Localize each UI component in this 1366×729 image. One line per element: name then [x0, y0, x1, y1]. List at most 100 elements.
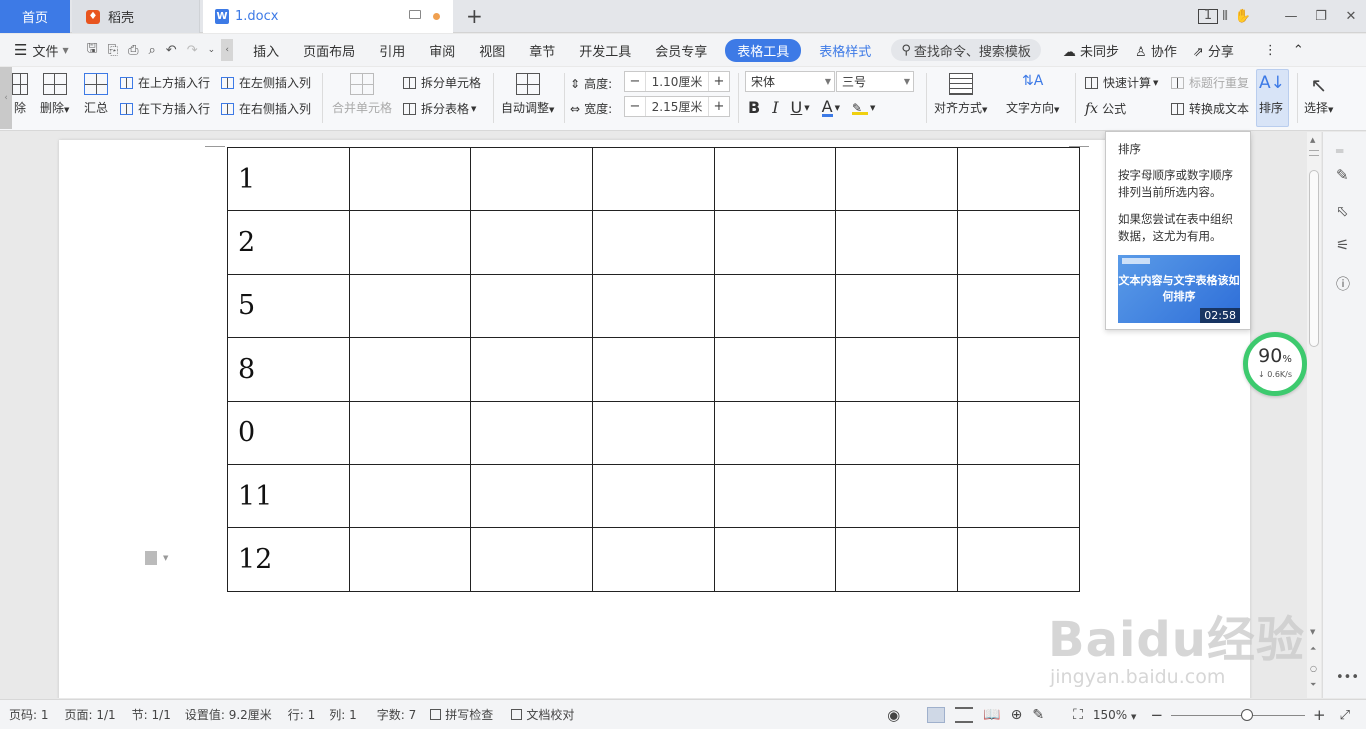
select-browse-icon[interactable]: ○: [1310, 664, 1317, 673]
table-cell[interactable]: [470, 400, 594, 465]
outline-view-icon[interactable]: [955, 707, 974, 723]
table-cell[interactable]: [592, 463, 715, 529]
width-stepper[interactable]: − 2.15厘米 +: [624, 96, 730, 117]
table-cell[interactable]: [592, 146, 715, 212]
status-pages[interactable]: 页面: 1/1: [65, 706, 116, 723]
pen-icon[interactable]: ✎: [1336, 166, 1349, 184]
skin-icon[interactable]: ✋: [1228, 9, 1258, 24]
table-cell[interactable]: 11: [227, 463, 350, 529]
close-button[interactable]: ✕: [1336, 9, 1366, 24]
monitor-icon[interactable]: [409, 10, 421, 19]
prev-page-icon[interactable]: ⏶: [1310, 644, 1316, 654]
tab-daoke[interactable]: ♦ 稻壳: [72, 0, 200, 33]
height-stepper[interactable]: − 1.10厘米 +: [624, 71, 730, 92]
status-col[interactable]: 列: 1: [329, 706, 357, 723]
table-cell[interactable]: [957, 273, 1080, 339]
web-view-icon[interactable]: ⊕: [1011, 707, 1023, 723]
document-table[interactable]: 1 2 5 8 0 11 12: [227, 146, 1080, 592]
table-cell[interactable]: [348, 400, 472, 465]
tab-review[interactable]: 审阅: [429, 41, 455, 60]
table-cell[interactable]: [835, 400, 959, 465]
table-cell[interactable]: [957, 146, 1080, 212]
chevron-down-icon[interactable]: ▼: [804, 104, 809, 112]
table-cell[interactable]: [835, 146, 959, 212]
new-tab-button[interactable]: +: [466, 4, 483, 28]
table-cell[interactable]: [470, 337, 594, 402]
tab-member[interactable]: 会员专享: [655, 41, 707, 60]
table-cell[interactable]: [835, 463, 959, 529]
table-cell[interactable]: 1: [227, 146, 350, 212]
scrollbar-thumb[interactable]: [1309, 170, 1319, 347]
table-cell[interactable]: [592, 210, 715, 275]
table-cell[interactable]: [835, 527, 959, 592]
chevron-down-icon[interactable]: ▼: [870, 104, 875, 112]
select-button[interactable]: ↖ 选择▼: [1304, 73, 1333, 116]
table-cell[interactable]: [835, 273, 959, 339]
table-cell[interactable]: [957, 527, 1080, 592]
split-table-button[interactable]: 拆分表格 ▼: [403, 100, 476, 117]
collab-button[interactable]: ♙ 协作: [1135, 41, 1177, 60]
zoom-slider-knob[interactable]: [1241, 708, 1254, 721]
table-cell[interactable]: [957, 210, 1080, 275]
tab-document[interactable]: W 1.docx: [203, 0, 453, 33]
merge-cells-button[interactable]: 合并单元格: [332, 73, 392, 116]
spell-check-button[interactable]: 拼写检查: [430, 706, 493, 723]
select-cursor-icon[interactable]: ⬁: [1336, 202, 1349, 220]
font-size-select[interactable]: 三号 ▼: [836, 71, 914, 92]
table-cell[interactable]: 5: [227, 273, 350, 339]
customize-icon[interactable]: ⌄: [208, 45, 216, 55]
status-setting[interactable]: 设置值: 9.2厘米: [185, 706, 272, 723]
tab-developer[interactable]: 开发工具: [579, 41, 631, 60]
delete-partial-button[interactable]: 除: [12, 73, 28, 116]
font-color-button[interactable]: A: [821, 98, 833, 117]
table-cell[interactable]: [470, 210, 594, 275]
insert-left-button[interactable]: 在左侧插入列: [221, 74, 311, 91]
eye-protect-icon[interactable]: ◉: [887, 706, 900, 724]
table-cell[interactable]: [835, 210, 959, 275]
height-increase-button[interactable]: +: [709, 72, 729, 91]
text-direction-button[interactable]: ⇅A 文字方向▼: [1006, 73, 1059, 116]
tab-references[interactable]: 引用: [379, 41, 405, 60]
more-dots-icon[interactable]: •••: [1336, 670, 1359, 685]
height-decrease-button[interactable]: −: [625, 72, 645, 91]
table-cell[interactable]: [713, 337, 837, 402]
tab-table-tools[interactable]: 表格工具: [725, 38, 802, 62]
auto-fit-button[interactable]: 自动调整▼: [501, 73, 554, 116]
undo-icon[interactable]: ↶: [166, 43, 177, 58]
chevron-down-icon[interactable]: ▼: [835, 104, 840, 112]
table-cell[interactable]: [957, 337, 1080, 402]
font-select[interactable]: 宋体 ▼: [745, 71, 835, 92]
table-cell[interactable]: [835, 337, 959, 402]
table-cell[interactable]: [713, 400, 837, 465]
table-cell[interactable]: [348, 273, 472, 339]
status-section[interactable]: 节: 1/1: [132, 706, 171, 723]
status-page-number[interactable]: 页码: 1: [9, 706, 49, 723]
table-cell[interactable]: [713, 273, 837, 339]
sliders-icon[interactable]: ⚟: [1336, 236, 1349, 254]
table-cell[interactable]: [470, 527, 594, 592]
insert-below-button[interactable]: 在下方插入行: [120, 100, 210, 117]
repeat-header-button[interactable]: 标题行重复: [1171, 74, 1249, 91]
highlight-icon[interactable]: ✎: [851, 101, 868, 115]
table-cell[interactable]: [348, 527, 472, 592]
help-icon[interactable]: ⓘ: [1336, 274, 1350, 294]
read-view-icon[interactable]: 📖: [983, 707, 1000, 723]
ribbon-scroll-left-button[interactable]: ‹: [221, 39, 234, 61]
table-cell[interactable]: [592, 273, 715, 339]
table-cell[interactable]: [592, 527, 715, 592]
formula-button[interactable]: fx 公式: [1085, 100, 1126, 117]
italic-button[interactable]: I: [772, 98, 778, 117]
insert-above-button[interactable]: 在上方插入行: [120, 74, 210, 91]
table-cell[interactable]: [713, 210, 837, 275]
scroll-down-icon[interactable]: ▼: [1310, 628, 1315, 636]
bold-button[interactable]: B: [748, 98, 760, 117]
write-view-icon[interactable]: ✎: [1032, 707, 1044, 723]
status-row[interactable]: 行: 1: [288, 706, 316, 723]
print-preview-icon[interactable]: ⌕: [149, 43, 156, 58]
status-word-count[interactable]: 字数: 7: [377, 706, 417, 723]
restore-button[interactable]: ❐: [1306, 9, 1336, 24]
table-cell[interactable]: [592, 337, 715, 402]
sort-button[interactable]: A↓ 排序: [1259, 73, 1285, 116]
table-cell[interactable]: 2: [227, 210, 350, 275]
width-value[interactable]: 2.15厘米: [645, 97, 709, 116]
